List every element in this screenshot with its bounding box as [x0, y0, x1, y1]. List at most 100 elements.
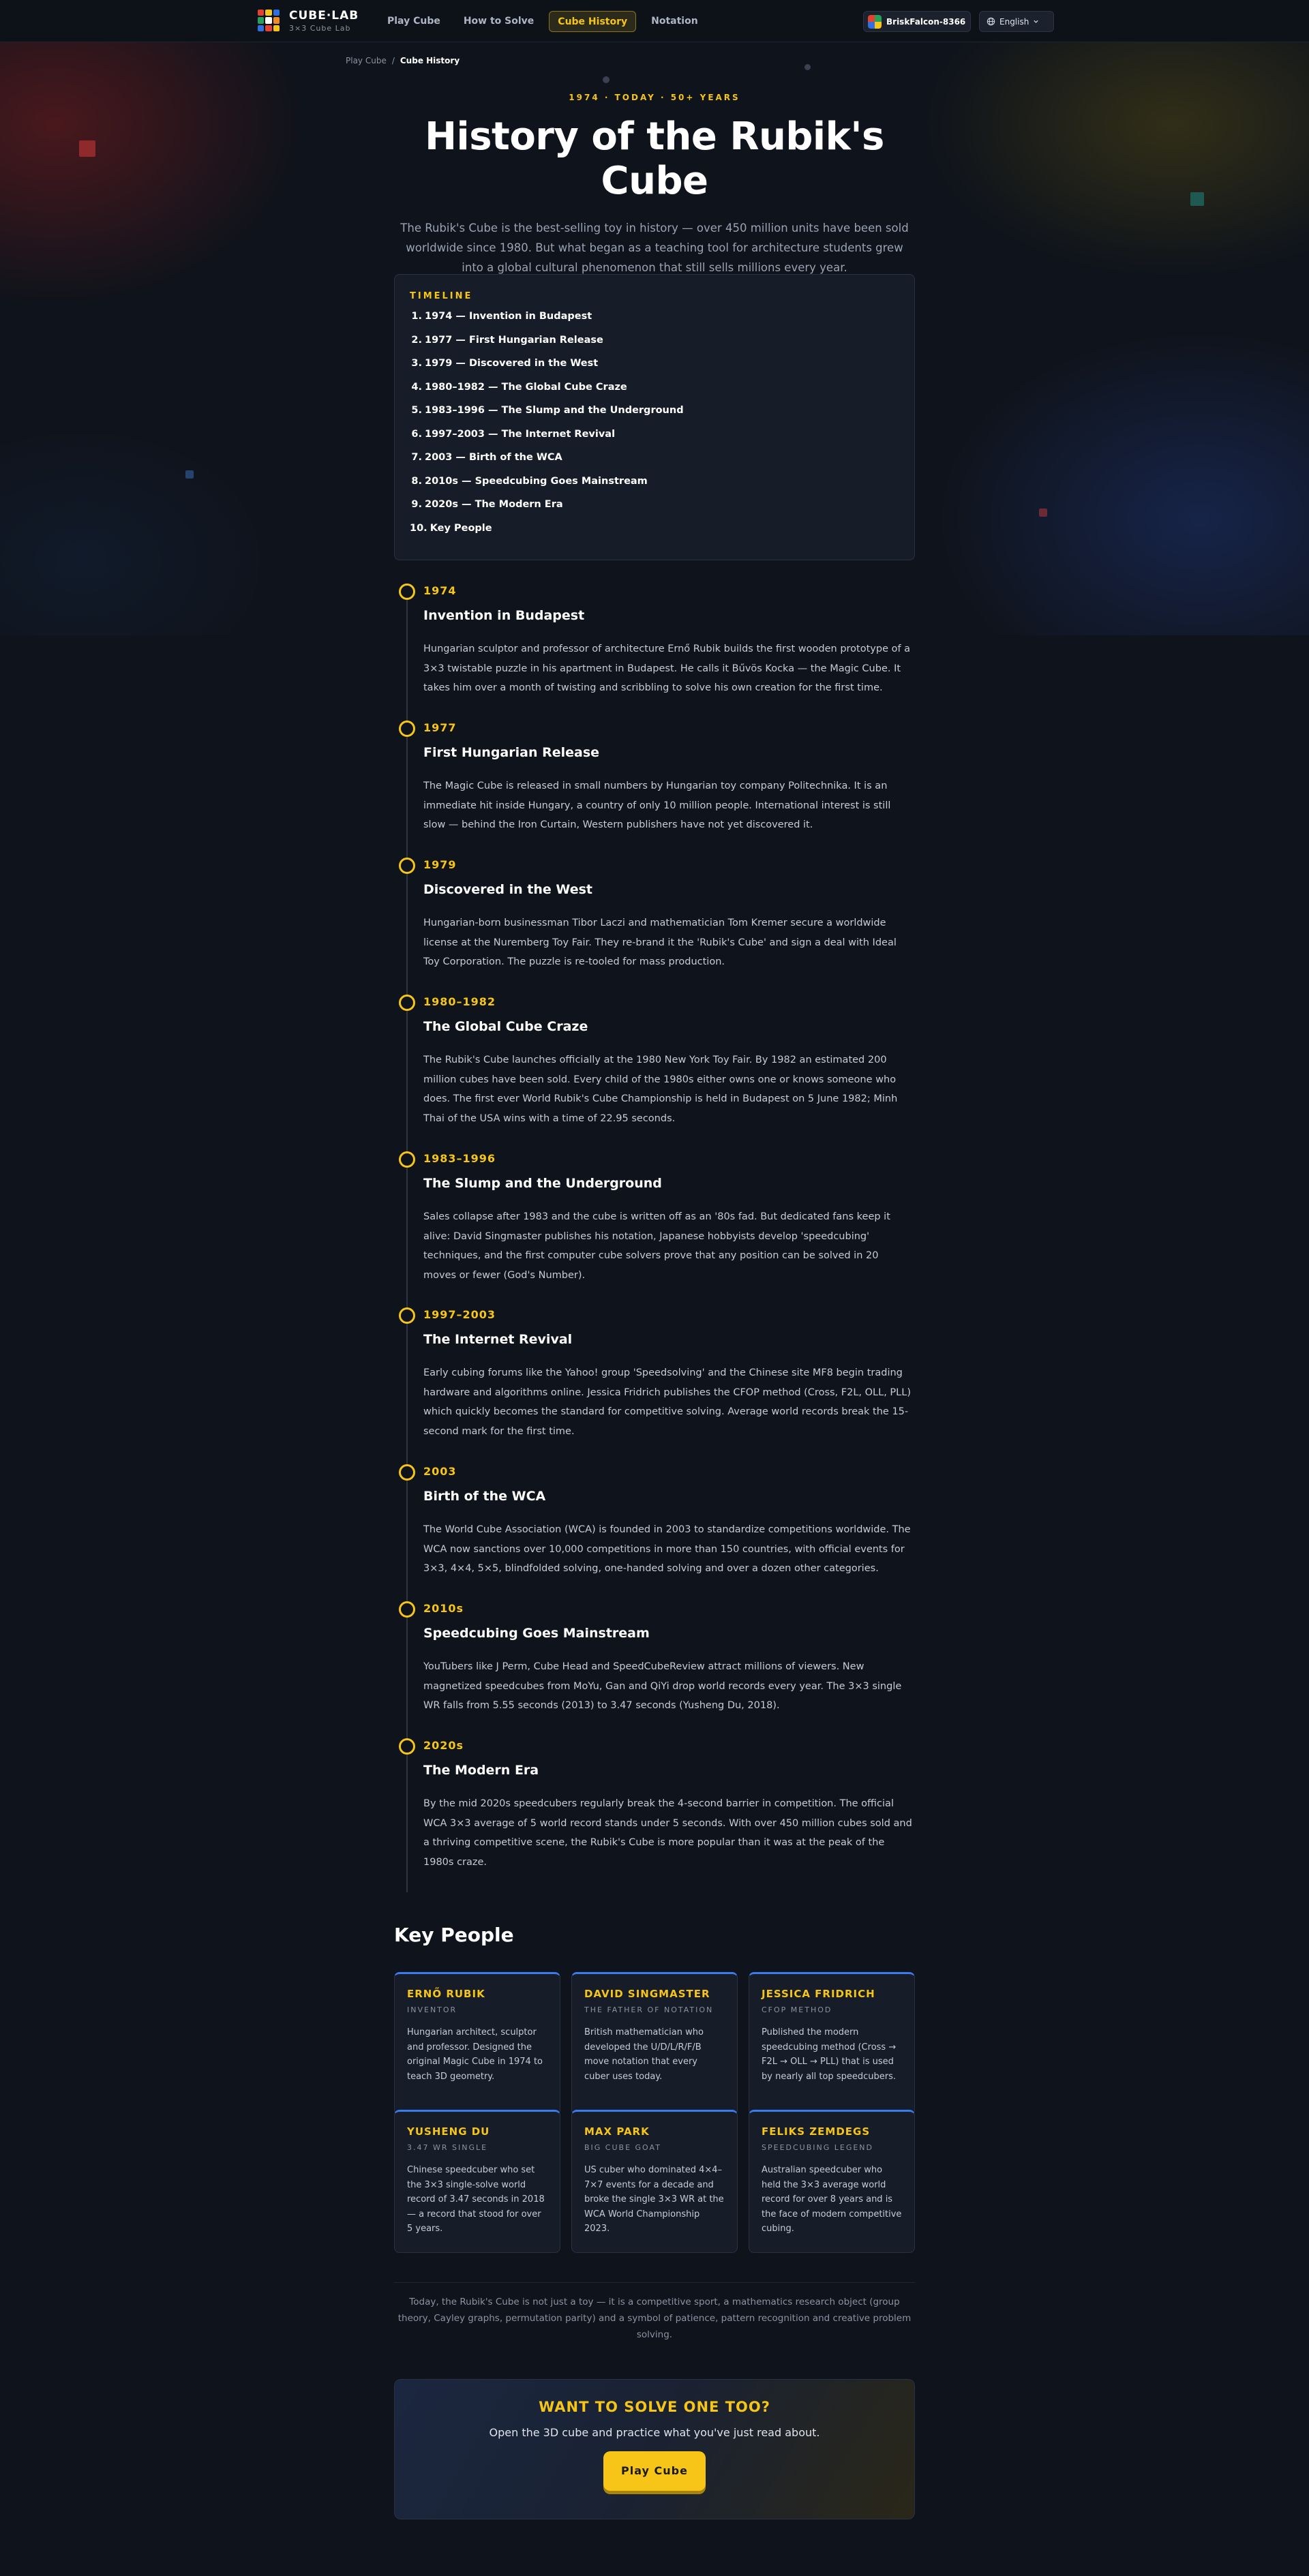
breadcrumb-home[interactable]: Play Cube — [346, 56, 387, 65]
toc-number: 5. — [411, 405, 422, 416]
timeline-title: The Modern Era — [423, 1763, 539, 1778]
toc-title: TIMELINE — [410, 291, 473, 301]
play-cube-button[interactable]: Play Cube — [603, 2451, 706, 2491]
timeline-body: YouTubers like J Perm, Cube Head and Spe… — [423, 1661, 902, 1711]
timeline-dot — [399, 1464, 415, 1481]
main-nav: Play Cube How to Solve Cube History Nota… — [379, 11, 706, 32]
timeline-body: The Magic Cube is released in small numb… — [423, 781, 891, 830]
hero-eyebrow: 1974 · TODAY · 50+ YEARS — [569, 93, 740, 102]
timeline-year: 2010s — [423, 1602, 464, 1615]
person-card: ERNŐ RUBIK INVENTOR Hungarian architect,… — [394, 1972, 560, 2115]
cube-logo-icon[interactable] — [258, 10, 280, 31]
toc-number: 4. — [411, 381, 422, 393]
toc-number: 8. — [411, 475, 422, 487]
toc-link[interactable]: 2010s — Speedcubing Goes Mainstream — [425, 476, 648, 500]
hero-section: 1974 · TODAY · 50+ YEARS History of the … — [382, 93, 927, 277]
decor-square — [1190, 192, 1204, 206]
timeline-body: The World Cube Association (WCA) is foun… — [423, 1524, 911, 1574]
breadcrumb-current: Cube History — [400, 56, 460, 65]
timeline-dot — [399, 584, 415, 600]
cta-panel: WANT TO SOLVE ONE TOO? Open the 3D cube … — [394, 2379, 915, 2519]
breadcrumb-separator: / — [391, 56, 395, 65]
user-menu-button[interactable]: BriskFalcon-8366 — [863, 11, 971, 32]
person-description: US cuber who dominated 4×4–7×7 events fo… — [584, 2165, 724, 2234]
toc-link[interactable]: 2020s — The Modern Era — [425, 499, 563, 523]
person-role: INVENTOR — [407, 2005, 457, 2014]
page-title: History of the Rubik's Cube — [425, 115, 884, 203]
toc-item[interactable]: 1. 1974 — Invention in Budapest — [410, 311, 899, 335]
person-description: Hungarian architect, sculptor and profes… — [407, 2027, 543, 2082]
toc-link[interactable]: 1977 — First Hungarian Release — [425, 335, 603, 359]
toc-link[interactable]: 2003 — Birth of the WCA — [425, 452, 562, 476]
toc-item[interactable]: 2. 1977 — First Hungarian Release — [410, 335, 899, 359]
person-name: DAVID SINGMASTER — [584, 1988, 710, 2000]
timeline-title: The Global Cube Craze — [423, 1019, 588, 1034]
globe-icon — [987, 17, 995, 26]
toc-link[interactable]: 1979 — Discovered in the West — [425, 358, 598, 382]
avatar — [868, 14, 882, 29]
toc-number: 3. — [411, 358, 422, 369]
nav-notation[interactable]: Notation — [643, 11, 706, 32]
timeline-body: Early cubing forums like the Yahoo! grou… — [423, 1367, 911, 1437]
nav-play-cube[interactable]: Play Cube — [379, 11, 449, 32]
toc-link[interactable]: 1997–2003 — The Internet Revival — [425, 429, 615, 453]
nav-cube-history[interactable]: Cube History — [549, 11, 637, 32]
timeline-year: 1980–1982 — [423, 995, 496, 1008]
timeline-title: The Slump and the Underground — [423, 1176, 662, 1191]
person-role: CFOP METHOD — [762, 2005, 832, 2014]
toc-number: 1. — [411, 311, 422, 322]
toc-link[interactable]: Key People — [430, 523, 492, 547]
toc-item[interactable]: 6. 1997–2003 — The Internet Revival — [410, 429, 899, 453]
toc-list: 1. 1974 — Invention in Budapest 2. 1977 — … — [410, 311, 899, 546]
timeline-body: Hungarian sculptor and professor of arch… — [423, 643, 911, 693]
person-role: THE FATHER OF NOTATION — [584, 2005, 714, 2014]
toc-item[interactable]: 5. 1983–1996 — The Slump and the Undergro… — [410, 405, 899, 429]
nav-how-to-solve[interactable]: How to Solve — [455, 11, 542, 32]
key-people-heading: Key People — [394, 1924, 514, 1946]
person-role: BIG CUBE GOAT — [584, 2143, 661, 2152]
brand[interactable]: CUBE·LAB 3×3 Cube Lab — [289, 9, 359, 33]
toc-link[interactable]: 1983–1996 — The Slump and the Undergroun… — [425, 405, 684, 429]
timeline-title: First Hungarian Release — [423, 745, 600, 760]
decor-square — [185, 470, 194, 479]
person-card: JESSICA FRIDRICH CFOP METHOD Published t… — [749, 1972, 915, 2115]
toc-item[interactable]: 3. 1979 — Discovered in the West — [410, 358, 899, 382]
person-description: Australian speedcuber who held the 3×3 a… — [762, 2165, 902, 2234]
toc-item[interactable]: 10. Key People — [410, 523, 899, 547]
person-name: YUSHENG DU — [407, 2125, 490, 2138]
toc-item[interactable]: 4. 1980–1982 — The Global Cube Craze — [410, 382, 899, 406]
timeline-body: The Rubik's Cube launches officially at … — [423, 1055, 898, 1124]
cta-title: WANT TO SOLVE ONE TOO? — [539, 2399, 770, 2415]
timeline-year: 1997–2003 — [423, 1308, 496, 1321]
timeline-dot — [399, 1601, 415, 1618]
hero-intro: The Rubik's Cube is the best-selling toy… — [400, 222, 909, 274]
toc-item[interactable]: 7. 2003 — Birth of the WCA — [410, 452, 899, 476]
decor-square — [603, 76, 610, 83]
toc-item[interactable]: 8. 2010s — Speedcubing Goes Mainstream — [410, 476, 899, 500]
timeline-title: Invention in Budapest — [423, 608, 585, 623]
timeline-body: By the mid 2020s speedcubers regularly b… — [423, 1798, 912, 1868]
toc-number: 2. — [411, 334, 422, 346]
decor-square — [804, 64, 811, 70]
closing-paragraph: Today, the Rubik's Cube is not just a to… — [394, 2282, 915, 2343]
toc-item[interactable]: 9. 2020s — The Modern Era — [410, 499, 899, 523]
toc-number: 9. — [411, 499, 422, 510]
person-name: MAX PARK — [584, 2125, 650, 2138]
timeline-year: 2003 — [423, 1465, 457, 1478]
toc-link[interactable]: 1980–1982 — The Global Cube Craze — [425, 382, 627, 406]
person-card: YUSHENG DU 3.47 WR SINGLE Chinese speedc… — [394, 2110, 560, 2253]
timeline-year: 1977 — [423, 721, 457, 734]
language-select[interactable]: English — [979, 11, 1054, 32]
timeline-body: Hungarian-born businessman Tibor Laczi a… — [423, 918, 897, 967]
timeline-title: Speedcubing Goes Mainstream — [423, 1626, 650, 1641]
breadcrumb: Play Cube / Cube History — [346, 56, 460, 65]
chevron-down-icon — [1034, 20, 1038, 23]
timeline-title: Birth of the WCA — [423, 1489, 546, 1504]
brand-subtitle: 3×3 Cube Lab — [289, 24, 351, 33]
timeline-toc: TIMELINE 1. 1974 — Invention in Budapest … — [394, 274, 915, 560]
toc-link[interactable]: 1974 — Invention in Budapest — [425, 311, 592, 335]
person-role: 3.47 WR SINGLE — [407, 2143, 488, 2152]
person-card: DAVID SINGMASTER THE FATHER OF NOTATION … — [571, 1972, 738, 2115]
person-card: MAX PARK BIG CUBE GOAT US cuber who domi… — [571, 2110, 738, 2253]
person-name: JESSICA FRIDRICH — [762, 1988, 875, 2000]
